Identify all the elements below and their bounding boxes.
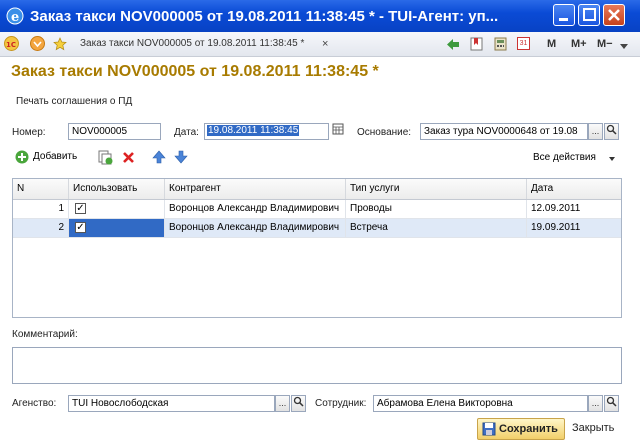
basis-select-button[interactable]: ... (588, 123, 603, 140)
date-picker-button[interactable] (330, 123, 345, 140)
magnifier-icon (606, 396, 617, 407)
window-title: Заказ такси NOV000005 от 19.08.2011 11:3… (30, 8, 499, 25)
save-button[interactable]: Сохранить (477, 418, 565, 440)
memory-button[interactable]: M (547, 38, 556, 50)
maximize-button[interactable] (578, 4, 600, 26)
add-button-label: Добавить (33, 151, 78, 162)
calendar-icon[interactable]: 31 (517, 37, 530, 50)
memory-minus-button[interactable]: M− (597, 38, 613, 50)
table-header: N Использовать Контрагент Тип услуги Дат… (13, 179, 621, 200)
all-actions-chevron-icon[interactable] (609, 157, 615, 161)
date-cell: 19.09.2011 (531, 222, 581, 233)
ie-app-icon: e (6, 7, 24, 25)
app-toolbar: 1С Заказ такси NOV000005 от 19.08.2011 1… (0, 32, 640, 57)
employee-select-button[interactable]: ... (588, 395, 603, 412)
all-actions-menu[interactable]: Все действия (533, 152, 596, 163)
row-number: 1 (13, 200, 69, 218)
maximize-icon (583, 8, 596, 21)
basis-field[interactable]: Заказ тура NOV0000648 от 19.08 (420, 123, 588, 140)
col-service-type-header[interactable]: Тип услуги (346, 179, 527, 199)
close-window-button[interactable] (603, 4, 625, 26)
toolbar-document-title: Заказ такси NOV000005 от 19.08.2011 11:3… (80, 38, 305, 49)
date-cell: 12.09.2011 (531, 203, 581, 214)
back-arrow-icon[interactable] (446, 38, 460, 51)
table-row[interactable]: 1 ✓ Воронцов Александр Владимирович Пров… (13, 200, 621, 219)
counterparty-cell: Воронцов Александр Владимирович (165, 219, 346, 237)
comment-label: Комментарий: (12, 329, 78, 340)
move-down-icon[interactable] (174, 150, 188, 164)
date-label: Дата: (174, 127, 199, 138)
agency-label: Агенство: (12, 398, 57, 409)
bookmark-icon[interactable] (470, 37, 483, 51)
col-n-header[interactable]: N (13, 179, 69, 199)
1c-logo-icon[interactable]: 1С (4, 36, 19, 51)
service-type-cell: Проводы (346, 200, 527, 218)
add-green-icon (15, 150, 29, 164)
close-tab-icon[interactable]: × (322, 38, 328, 50)
memory-plus-button[interactable]: M+ (571, 38, 587, 50)
magnifier-icon (606, 124, 617, 135)
print-agreement-link[interactable]: Печать соглашения о ПД (16, 96, 132, 107)
services-table: N Использовать Контрагент Тип услуги Дат… (12, 178, 622, 318)
main-menu-icon[interactable] (30, 36, 45, 51)
basis-label: Основание: (357, 127, 412, 138)
table-command-bar: Добавить Все действия (12, 148, 622, 168)
close-icon (608, 9, 620, 21)
use-cell: ✓ (69, 200, 165, 218)
use-cell-active: ✓ (69, 219, 165, 237)
copy-row-icon[interactable] (98, 150, 113, 165)
table-row-selected[interactable]: 2 ✓ Воронцов Александр Владимирович Встр… (13, 219, 621, 238)
close-button[interactable]: Закрыть (572, 422, 614, 434)
calendar-grid-icon (332, 123, 343, 135)
window-titlebar: e Заказ такси NOV000005 от 19.08.2011 11… (0, 0, 640, 32)
number-label: Номер: (12, 127, 46, 138)
magnifier-icon (293, 396, 304, 407)
star-favorite-icon[interactable] (53, 37, 67, 51)
basis-open-button[interactable] (604, 123, 619, 140)
date-value: 19.08.2011 11:38:45 (207, 125, 300, 136)
minimize-icon (559, 18, 568, 21)
agency-field[interactable]: TUI Новослободская (68, 395, 275, 412)
floppy-disk-icon (482, 422, 496, 436)
delete-icon[interactable] (122, 151, 135, 164)
employee-label: Сотрудник: (315, 398, 367, 409)
comment-textarea[interactable] (12, 347, 622, 384)
service-type-cell: Встреча (346, 219, 527, 237)
minimize-button[interactable] (553, 4, 575, 26)
employee-field[interactable]: Абрамова Елена Викторовна (373, 395, 588, 412)
col-use-header[interactable]: Использовать (69, 179, 165, 199)
move-up-icon[interactable] (152, 150, 166, 164)
counterparty-cell: Воронцов Александр Владимирович (165, 200, 346, 218)
agency-open-button[interactable] (291, 395, 306, 412)
use-checkbox[interactable]: ✓ (75, 203, 86, 214)
agency-select-button[interactable]: ... (275, 395, 290, 412)
use-checkbox[interactable]: ✓ (75, 222, 86, 233)
toolbar-more-icon[interactable] (620, 44, 628, 49)
number-field[interactable]: NOV000005 (68, 123, 161, 140)
calculator-icon[interactable] (494, 37, 507, 51)
svg-text:e: e (11, 10, 19, 25)
form-title: Заказ такси NOV000005 от 19.08.2011 11:3… (11, 63, 379, 80)
date-field[interactable]: 19.08.2011 11:38:45 (204, 123, 329, 140)
row-number: 2 (13, 219, 69, 237)
employee-open-button[interactable] (604, 395, 619, 412)
col-counterparty-header[interactable]: Контрагент (165, 179, 346, 199)
save-button-label: Сохранить (499, 423, 558, 435)
col-date-header[interactable]: Дата (527, 179, 621, 199)
svg-text:1С: 1С (6, 41, 16, 49)
